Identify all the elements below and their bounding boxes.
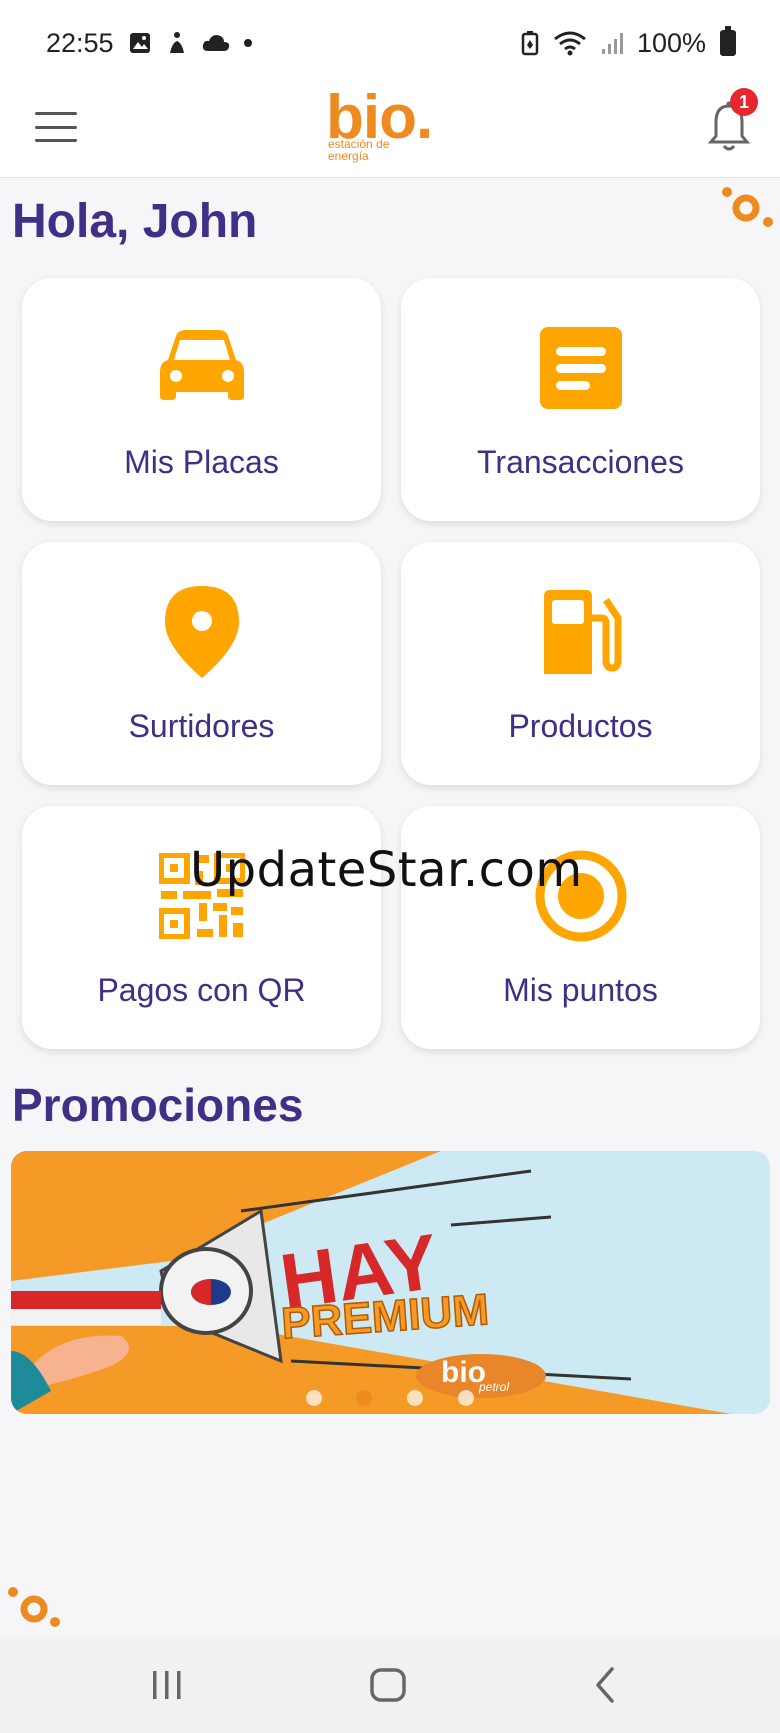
fuel-pump-icon (543, 590, 621, 674)
menu-icon[interactable] (35, 106, 77, 148)
gallery-icon (129, 33, 150, 53)
battery-saver-icon (521, 31, 539, 56)
home-button[interactable] (368, 1663, 408, 1707)
tile-label: Mis Placas (124, 444, 279, 480)
carousel-indicator (0, 1390, 780, 1410)
signal-icon (601, 33, 623, 54)
carousel-dot[interactable] (458, 1390, 474, 1406)
status-time: 22:55 (46, 27, 114, 58)
promotions-title: Promociones (12, 1079, 304, 1131)
app-header: bio. estación de energía (0, 83, 780, 178)
cloud-icon (202, 35, 229, 51)
dot-icon (243, 39, 252, 47)
tile-mis-placas[interactable]: Mis Placas (22, 278, 381, 521)
location-pin-icon (164, 586, 239, 678)
list-document-icon (539, 327, 622, 409)
tile-surtidores[interactable]: Surtidores (22, 542, 381, 785)
notification-badge[interactable]: 1 (730, 88, 758, 116)
status-bar: 22:55 100% (0, 0, 780, 86)
car-icon (159, 330, 244, 400)
tile-label: Pagos con QR (97, 972, 306, 1008)
tile-transacciones[interactable]: Transacciones (401, 278, 760, 521)
carousel-dot-active[interactable] (356, 1390, 372, 1406)
tile-label: Mis puntos (503, 972, 658, 1008)
promo-banner-art: HAY PREMIUM bio petrol (11, 1151, 770, 1414)
tile-label: Productos (508, 708, 653, 744)
menu-grid: Mis Placas Transacciones Surtidores Prod… (22, 278, 762, 1049)
battery-icon (720, 26, 736, 56)
greeting-title: Hola, John (12, 195, 258, 248)
wifi-icon (554, 31, 586, 56)
tile-productos[interactable]: Productos (401, 542, 760, 785)
battery-percent: 100% (636, 27, 706, 58)
back-button[interactable] (590, 1663, 620, 1707)
accessibility-icon (169, 32, 184, 53)
carousel-dot[interactable] (306, 1390, 322, 1406)
logo-subtitle: estación de energía (328, 137, 390, 163)
tile-label: Transacciones (477, 444, 684, 480)
decorative-dots-top (722, 187, 773, 227)
carousel-dot[interactable] (407, 1390, 423, 1406)
watermark-text: UpdateStar.com (190, 842, 583, 898)
tile-label: Surtidores (128, 708, 275, 744)
decorative-dots-bottom (8, 1587, 60, 1627)
promo-banner[interactable]: HAY PREMIUM bio petrol (11, 1151, 770, 1414)
system-nav-bar (0, 1637, 780, 1733)
recents-button[interactable] (150, 1663, 184, 1707)
bio-logo: bio. estación de energía (326, 83, 466, 176)
